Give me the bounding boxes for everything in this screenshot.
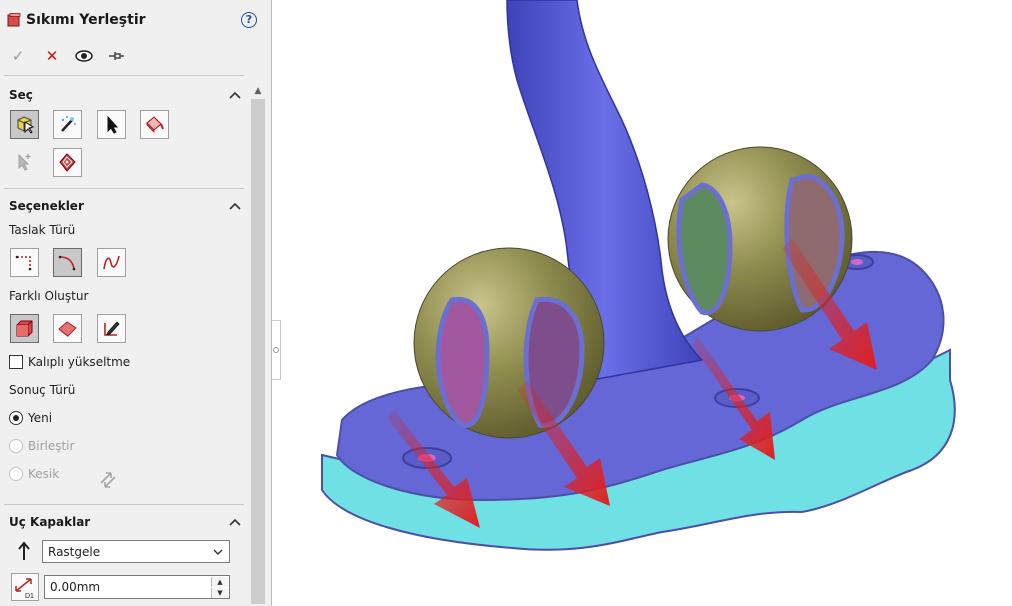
group-title-options: Seçenekler [9, 199, 84, 213]
create-as-sketch-button[interactable] [97, 314, 126, 343]
create-as-surface-button[interactable] [53, 314, 82, 343]
select-body-button[interactable] [10, 110, 39, 139]
wrap-feature-icon [7, 13, 21, 27]
paint-bucket-icon [146, 116, 164, 133]
radio-cut-label: Kesik [28, 467, 60, 481]
red-diamond-face-icon [59, 153, 76, 172]
sketch-type-label: Taslak Türü [9, 223, 76, 237]
radio-new-label: Yeni [28, 411, 53, 425]
magic-wand-icon [61, 116, 76, 132]
separator [4, 75, 244, 76]
sphere-left[interactable] [413, 247, 605, 439]
thickness-d1-icon: D1 [11, 573, 39, 601]
thickness-input[interactable]: 0.00mm ▲ ▼ [44, 575, 230, 599]
sketch-type-line-button[interactable] [10, 248, 39, 277]
pushpin-icon[interactable] [106, 46, 126, 66]
splitter-dot-icon [273, 347, 279, 353]
separator [4, 188, 244, 189]
molded-rise-label: Kalıplı yükseltme [28, 355, 131, 369]
sketch-type-spline-button[interactable] [97, 248, 126, 277]
paint-select-button[interactable] [140, 110, 169, 139]
cube-select-icon [17, 116, 35, 134]
panel-title: Sıkımı Yerleştir [26, 12, 146, 28]
sparkle-pointer-icon [18, 153, 31, 171]
separator [4, 504, 244, 505]
group-title-select: Seç [9, 88, 33, 102]
create-as-label: Farklı Oluştur [9, 289, 89, 303]
flip-direction-icon[interactable] [97, 467, 119, 489]
property-manager-panel: Sıkımı Yerleştir ? ✓ ✕ ▲ Seç Seçenekler … [0, 0, 272, 606]
collapse-select-icon[interactable] [229, 90, 241, 100]
spin-up-icon[interactable]: ▲ [211, 577, 228, 587]
end-cap-direction-value: Rastgele [48, 545, 101, 559]
pointer-select-button[interactable] [97, 110, 126, 139]
ok-button[interactable]: ✓ [8, 46, 28, 66]
action-row: ✓ ✕ [0, 42, 271, 70]
radio-merge[interactable] [9, 439, 23, 453]
scroll-thumb[interactable] [251, 99, 265, 604]
collapse-options-icon[interactable] [229, 201, 241, 211]
pointer-arrow-icon [107, 115, 119, 134]
chevron-down-icon [213, 549, 223, 555]
curved-arc-icon [58, 255, 76, 271]
svg-text:D1: D1 [25, 593, 34, 600]
sparkle-pointer-button[interactable] [10, 148, 39, 177]
panel-scrollbar[interactable]: ▲ [249, 82, 267, 606]
model-viewport[interactable] [282, 0, 1012, 606]
result-type-label: Sonuç Türü [9, 383, 76, 397]
radio-merge-label: Birleştir [28, 439, 75, 453]
molded-rise-checkbox[interactable] [9, 355, 23, 369]
magic-select-button[interactable] [53, 110, 82, 139]
surface-patch-icon [58, 321, 77, 337]
panel-splitter-handle[interactable] [272, 320, 281, 380]
collapse-end-caps-icon[interactable] [229, 517, 241, 527]
direction-arrow-icon[interactable] [15, 540, 33, 562]
help-icon[interactable]: ? [241, 12, 257, 28]
spin-down-icon[interactable]: ▼ [211, 588, 228, 598]
face-select-button[interactable] [53, 148, 82, 177]
radio-cut[interactable] [9, 467, 23, 481]
create-as-solid-button[interactable] [10, 314, 39, 343]
sketch-pencil-icon [104, 321, 120, 336]
radio-new[interactable] [9, 411, 23, 425]
sketch-type-arc-button[interactable] [53, 248, 82, 277]
end-cap-direction-select[interactable]: Rastgele [42, 540, 230, 563]
group-title-end-caps: Uç Kapaklar [9, 515, 91, 529]
solid-box-icon [16, 320, 33, 337]
dashed-corner-line-icon [15, 255, 32, 271]
scroll-up-arrow-icon[interactable]: ▲ [249, 84, 267, 98]
cancel-button[interactable]: ✕ [42, 46, 62, 66]
spline-curve-icon [103, 255, 120, 270]
thickness-value: 0.00mm [50, 580, 101, 594]
panel-header: Sıkımı Yerleştir ? [0, 0, 271, 42]
preview-eye-icon[interactable] [74, 46, 94, 66]
